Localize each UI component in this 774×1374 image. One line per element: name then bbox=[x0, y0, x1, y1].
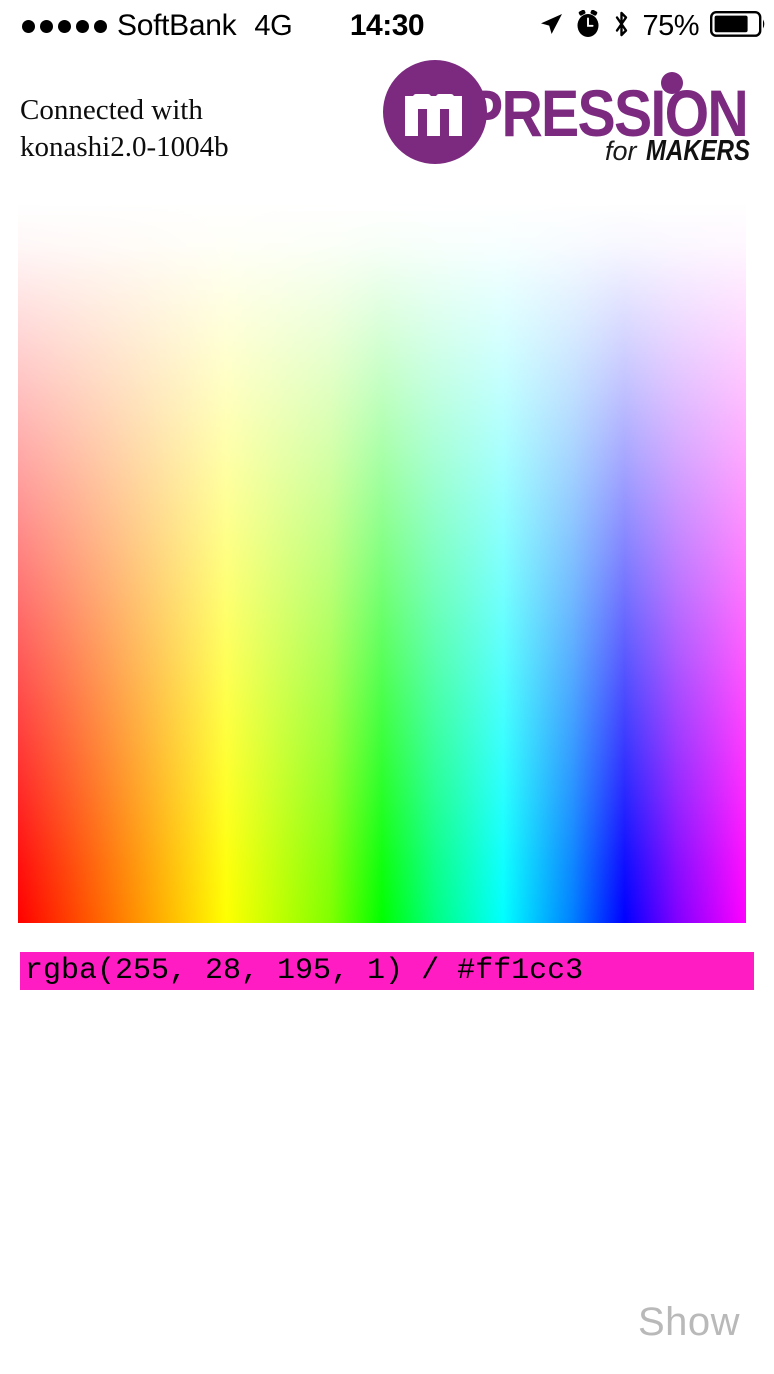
logo-i-dot bbox=[661, 72, 683, 94]
alarm-clock-icon bbox=[575, 9, 601, 43]
connection-status-line1: Connected with bbox=[20, 94, 203, 126]
show-button[interactable]: Show bbox=[638, 1300, 740, 1345]
status-bar: SoftBank 4G 14:30 75% bbox=[0, 0, 774, 52]
battery-percent-label: 75% bbox=[642, 9, 699, 42]
status-bar-right: 75% bbox=[538, 0, 766, 52]
connection-status-line2: konashi2.0-1004b bbox=[20, 131, 229, 163]
selected-color-value: rgba(255, 28, 195, 1) / #ff1cc3 bbox=[25, 954, 584, 988]
battery-icon bbox=[710, 10, 766, 42]
bluetooth-icon bbox=[612, 10, 631, 43]
logo-tagline: for MAKERS bbox=[605, 135, 751, 166]
color-picker-gradient[interactable] bbox=[18, 203, 746, 923]
svg-text:MAKERS: MAKERS bbox=[646, 135, 751, 166]
svg-text:for: for bbox=[605, 136, 638, 166]
mpression-logo: PRESSION for MAKERS bbox=[383, 58, 755, 166]
location-arrow-icon bbox=[538, 11, 564, 42]
connection-status: Connected with konashi2.0-1004b bbox=[20, 92, 380, 166]
mpression-logo-graphic: PRESSION for MAKERS bbox=[383, 60, 751, 166]
selected-color-bar: rgba(255, 28, 195, 1) / #ff1cc3 bbox=[20, 952, 754, 990]
logo-letter-m bbox=[405, 94, 462, 136]
